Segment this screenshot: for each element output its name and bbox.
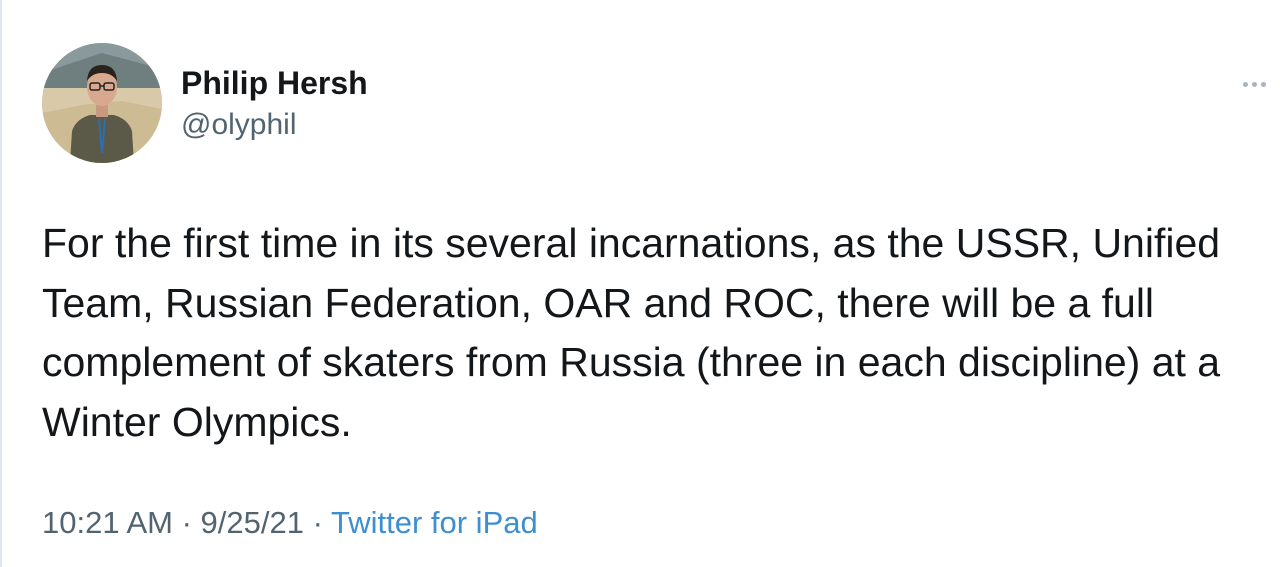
tweet-text: For the first time in its several incarn… <box>42 220 1221 445</box>
author-name[interactable]: Philip Hersh <box>181 64 368 102</box>
avatar-photo <box>42 43 162 163</box>
more-options-icon-dot <box>1260 81 1266 87</box>
tweet-meta: 10:21 AM · 9/25/21 · Twitter for iPad <box>42 501 538 545</box>
meta-separator: · <box>303 505 331 540</box>
more-options-icon <box>1242 81 1248 87</box>
left-divider <box>0 0 2 567</box>
meta-separator: · <box>172 505 201 540</box>
avatar[interactable] <box>42 43 162 163</box>
tweet-source-link[interactable]: Twitter for iPad <box>331 505 538 540</box>
author-handle[interactable]: @olyphil <box>181 106 297 144</box>
more-options-icon-dot <box>1251 81 1257 87</box>
more-options-button[interactable] <box>1236 70 1272 98</box>
tweet-date[interactable]: 9/25/21 <box>201 505 304 540</box>
tweet-time[interactable]: 10:21 AM <box>42 505 173 540</box>
